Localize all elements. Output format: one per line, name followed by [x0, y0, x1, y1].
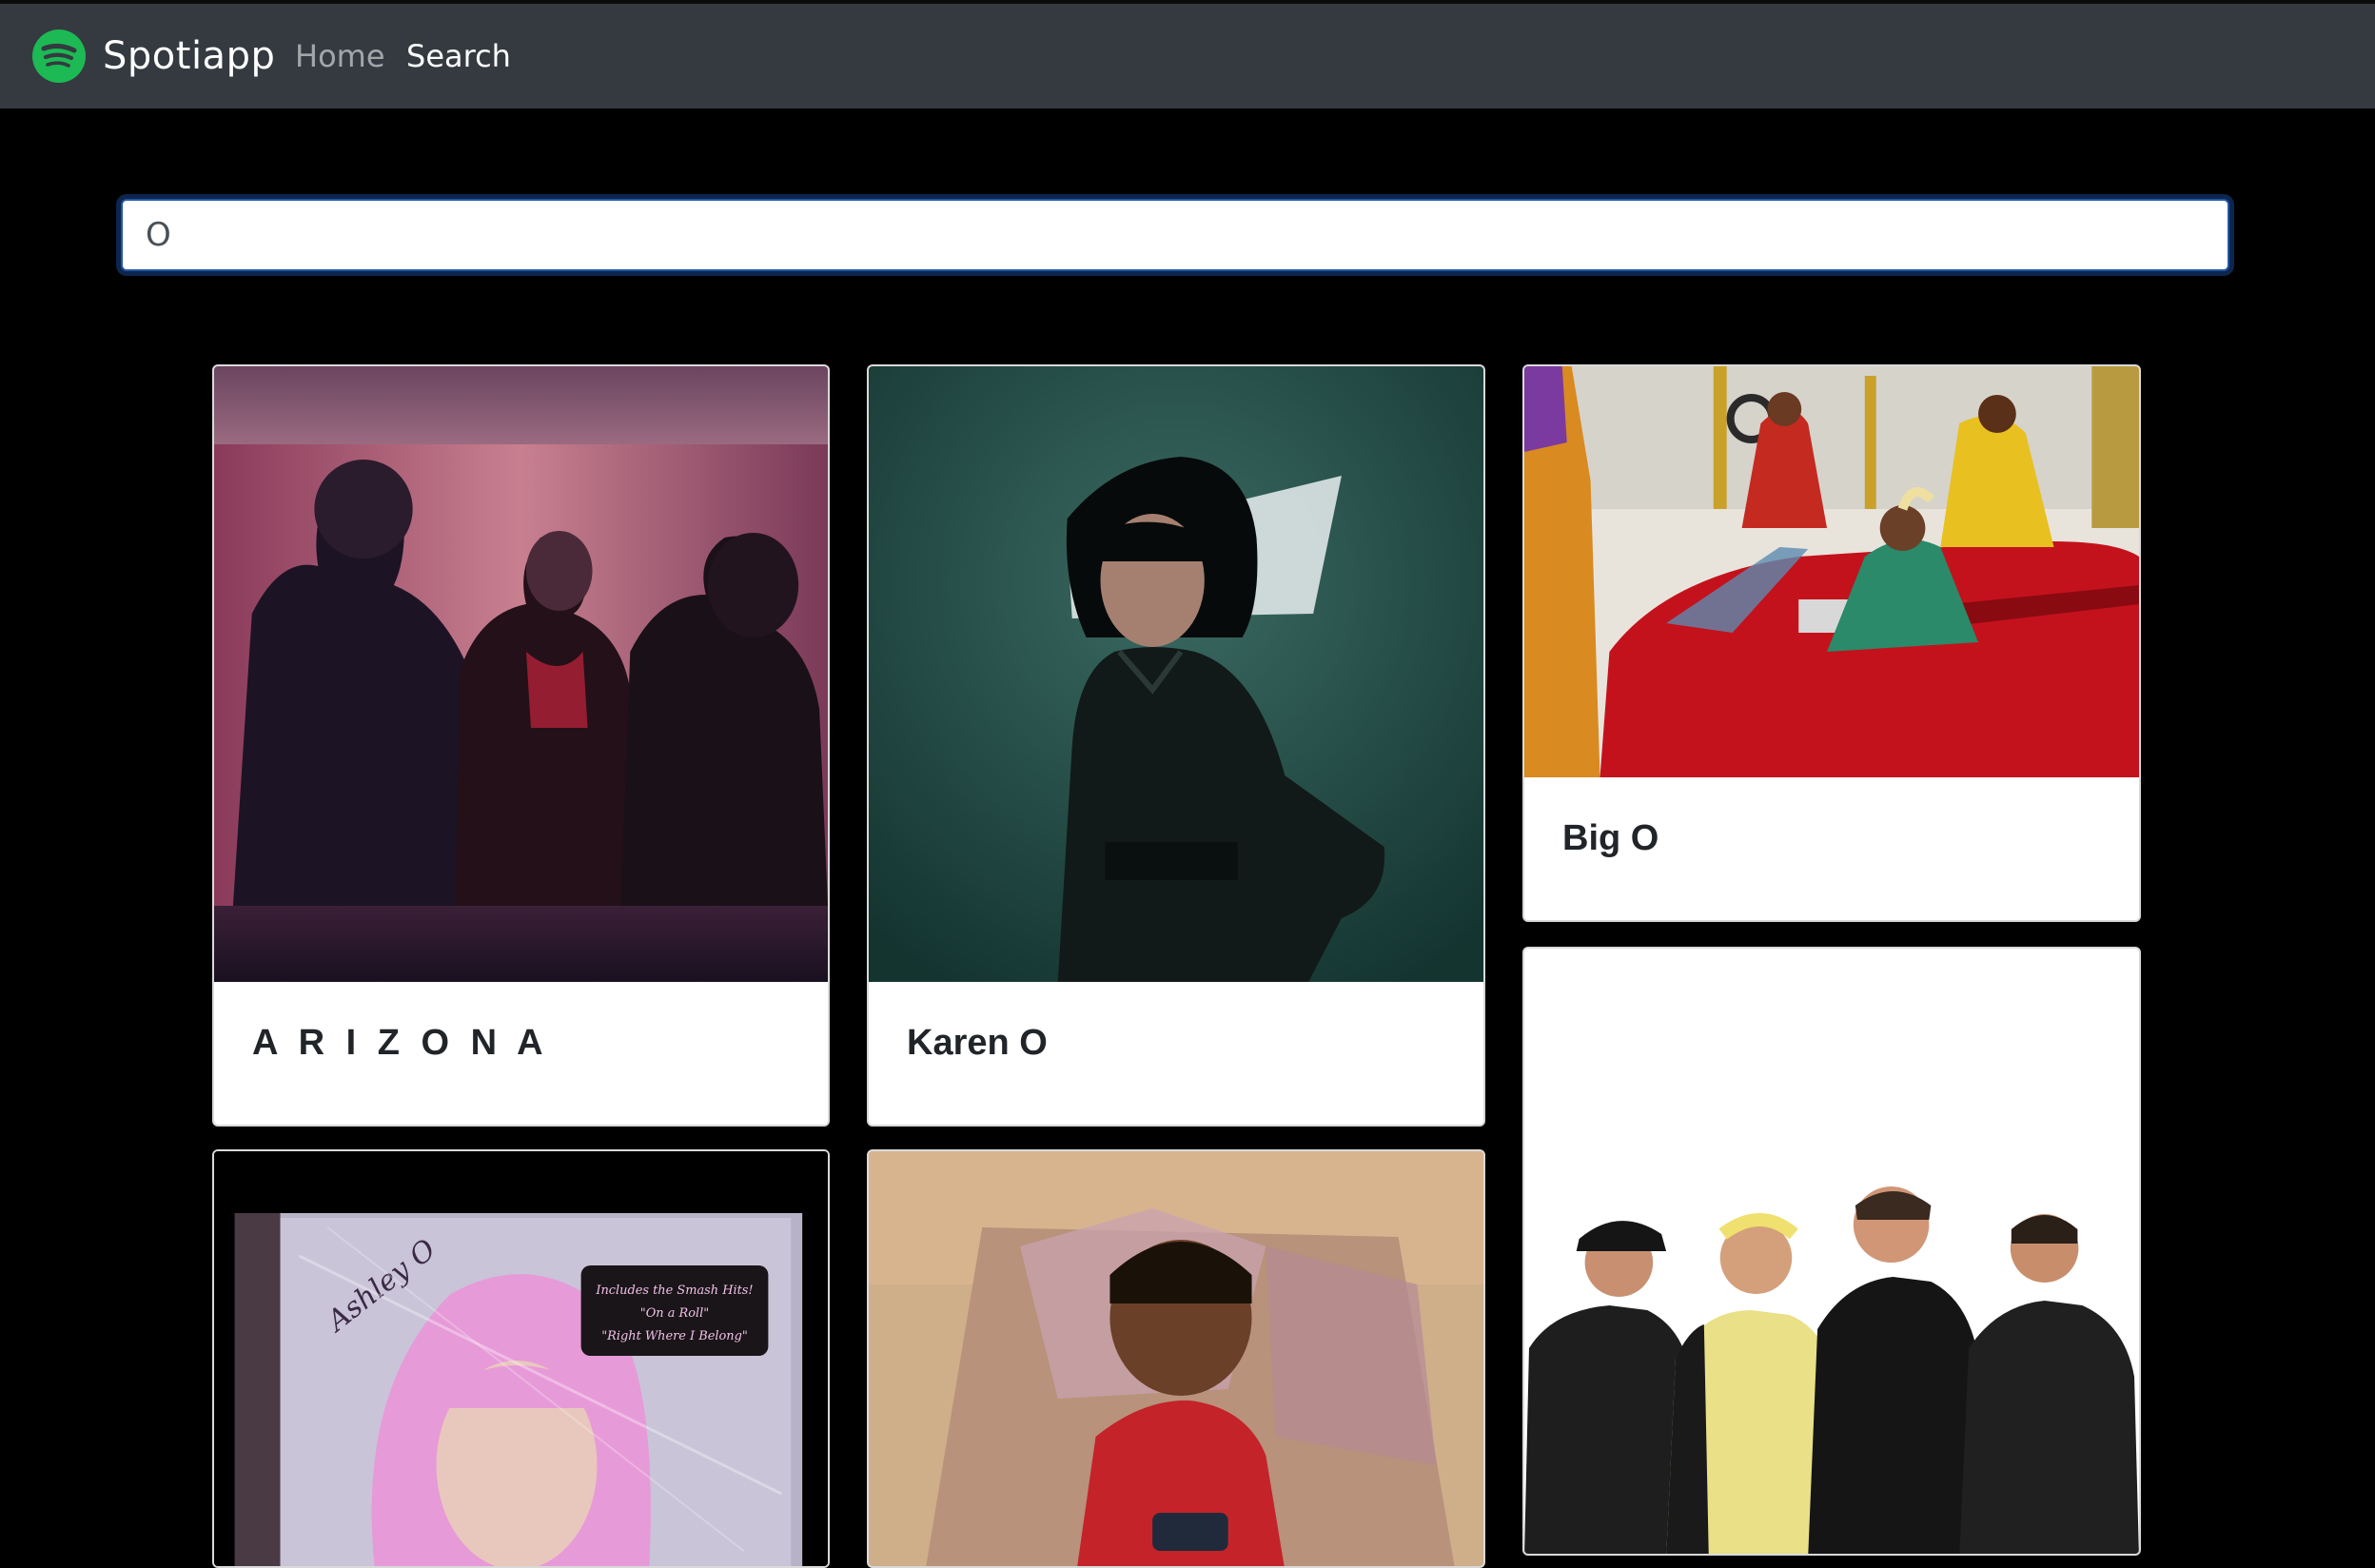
artist-image	[214, 366, 828, 982]
artist-image	[869, 366, 1483, 982]
search-input[interactable]	[121, 199, 2229, 271]
artist-card-karen-o[interactable]: Karen O	[867, 364, 1485, 1127]
artist-card-arizona[interactable]: A R I Z O N A	[212, 364, 830, 1127]
album-sticker-line-3: "Right Where I Belong"	[601, 1329, 748, 1343]
navbar: Spotiapp Home Search	[0, 4, 2375, 108]
brand[interactable]: Spotiapp	[32, 29, 275, 84]
album-sticker-line-2: "On a Roll"	[640, 1306, 709, 1321]
nav-link-search[interactable]: Search	[406, 38, 511, 74]
artist-image	[869, 1151, 1483, 1566]
artist-card[interactable]	[867, 1149, 1485, 1568]
brand-name: Spotiapp	[103, 34, 276, 78]
album-sticker-line-1: Includes the Smash Hits!	[595, 1284, 753, 1298]
nav-link-home[interactable]: Home	[295, 38, 385, 74]
spotify-logo-icon	[32, 29, 86, 83]
artist-image: Includes the Smash Hits! "On a Roll" "Ri…	[214, 1151, 828, 1566]
artist-name: Karen O	[907, 1023, 1048, 1063]
artist-card-big-o[interactable]: Big O	[1522, 364, 2141, 922]
artist-name: Big O	[1562, 818, 1659, 858]
artist-card[interactable]	[1522, 947, 2141, 1556]
artist-image	[1524, 949, 2139, 1554]
artist-image	[1524, 366, 2139, 777]
artist-name: A R I Z O N A	[252, 1023, 549, 1063]
artist-card[interactable]: Includes the Smash Hits! "On a Roll" "Ri…	[212, 1149, 830, 1568]
